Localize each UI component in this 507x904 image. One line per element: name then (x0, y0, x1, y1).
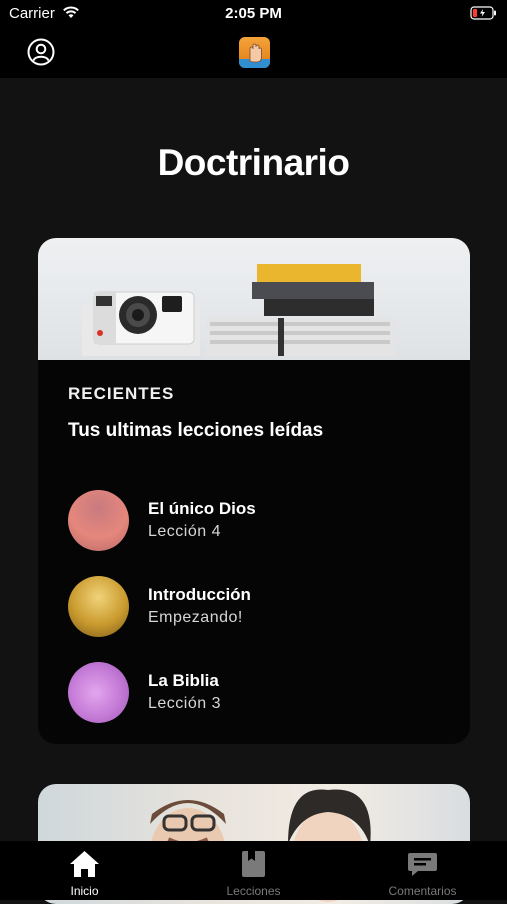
tab-inicio[interactable]: Inicio (0, 841, 169, 900)
lesson-subtitle: Empezando! (148, 609, 243, 626)
recent-lessons-card: RECIENTES Tus ultimas lecciones leídas E… (38, 238, 470, 744)
tab-label: Inicio (70, 884, 99, 898)
lesson-item[interactable]: La Biblia Lección 3 (68, 662, 448, 724)
section-heading: Tus ultimas lecciones leídas (68, 420, 324, 441)
lesson-thumbnail (68, 576, 129, 637)
tab-comentarios[interactable]: Comentarios (338, 841, 507, 900)
lesson-title: Introducción (148, 585, 251, 604)
lesson-subtitle: Lección 4 (148, 523, 221, 540)
app-logo-hand-icon (239, 37, 270, 68)
lesson-thumbnail (68, 490, 129, 551)
bottom-tab-bar: Inicio Lecciones Comentarios (0, 841, 507, 900)
lesson-item[interactable]: Introducción Empezando! (68, 576, 448, 638)
chat-bubble-icon (408, 853, 437, 876)
top-navigation-bar (0, 28, 507, 78)
tab-label: Comentarios (388, 884, 457, 898)
clock: 2:05 PM (225, 5, 282, 22)
page-title: Doctrinario (157, 142, 350, 183)
section-eyebrow: RECIENTES (68, 384, 175, 403)
lesson-subtitle: Lección 3 (148, 695, 221, 712)
person-circle-icon[interactable] (27, 38, 55, 66)
battery-icon (470, 6, 496, 20)
lesson-title: La Biblia (148, 671, 219, 690)
lesson-title: El único Dios (148, 499, 256, 518)
lesson-item[interactable]: El único Dios Lección 4 (68, 490, 448, 552)
bookmark-book-icon (242, 851, 265, 877)
lesson-thumbnail (68, 662, 129, 723)
tab-label: Lecciones (226, 884, 281, 898)
status-bar: Carrier 2:05 PM (0, 0, 507, 28)
card-cover-image (38, 238, 470, 360)
tab-lecciones[interactable]: Lecciones (169, 841, 338, 900)
home-icon (70, 851, 99, 877)
